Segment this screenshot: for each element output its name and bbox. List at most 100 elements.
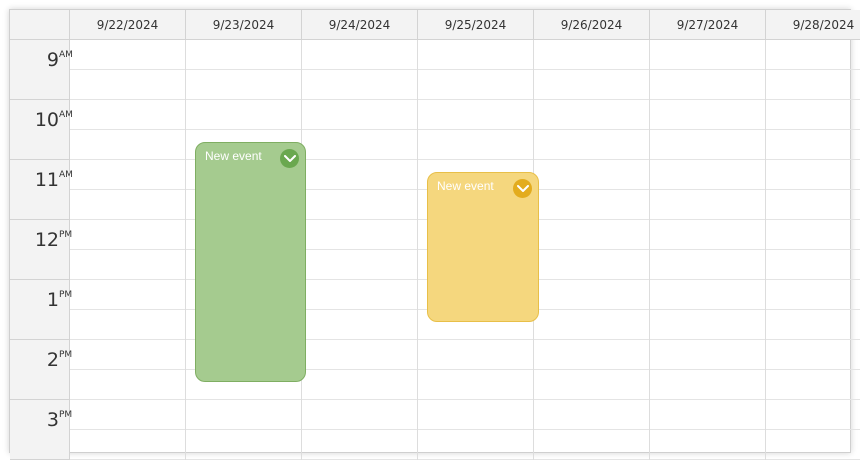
time-slot[interactable] bbox=[186, 430, 301, 460]
hour-number: 1 bbox=[46, 289, 59, 311]
day-header[interactable]: 9/22/2024 bbox=[70, 10, 186, 39]
time-slot[interactable] bbox=[650, 190, 765, 220]
hour-header: 9 AM bbox=[10, 40, 73, 100]
time-slot[interactable] bbox=[418, 70, 533, 100]
time-slot[interactable] bbox=[70, 130, 185, 160]
time-slot[interactable] bbox=[70, 250, 185, 280]
time-slot[interactable] bbox=[534, 220, 649, 250]
time-slot[interactable] bbox=[302, 40, 417, 70]
time-slot[interactable] bbox=[70, 190, 185, 220]
day-header[interactable]: 9/28/2024 bbox=[766, 10, 860, 39]
time-slot[interactable] bbox=[418, 130, 533, 160]
time-slot[interactable] bbox=[302, 370, 417, 400]
time-slot[interactable] bbox=[766, 280, 860, 310]
time-slot[interactable] bbox=[302, 430, 417, 460]
time-slot[interactable] bbox=[650, 250, 765, 280]
time-slot[interactable] bbox=[70, 100, 185, 130]
time-slot[interactable] bbox=[534, 190, 649, 220]
time-slot[interactable] bbox=[766, 430, 860, 460]
event-menu-button[interactable] bbox=[513, 179, 532, 198]
day-column bbox=[534, 40, 650, 460]
time-slot[interactable] bbox=[766, 220, 860, 250]
time-slot[interactable] bbox=[534, 130, 649, 160]
time-slot[interactable] bbox=[766, 340, 860, 370]
time-slot[interactable] bbox=[418, 400, 533, 430]
time-slot[interactable] bbox=[70, 310, 185, 340]
time-slot[interactable] bbox=[302, 190, 417, 220]
time-slot[interactable] bbox=[70, 400, 185, 430]
time-slot[interactable] bbox=[766, 250, 860, 280]
time-slot[interactable] bbox=[302, 100, 417, 130]
time-slot[interactable] bbox=[418, 370, 533, 400]
time-slot[interactable] bbox=[766, 130, 860, 160]
time-slot[interactable] bbox=[534, 160, 649, 190]
hour-header: 11 AM bbox=[10, 160, 73, 220]
time-slot[interactable] bbox=[650, 340, 765, 370]
time-slot[interactable] bbox=[766, 100, 860, 130]
chevron-down-icon bbox=[516, 184, 529, 192]
day-header[interactable]: 9/26/2024 bbox=[534, 10, 650, 39]
time-slot[interactable] bbox=[650, 70, 765, 100]
time-slot[interactable] bbox=[302, 130, 417, 160]
time-slot[interactable] bbox=[70, 340, 185, 370]
time-slot[interactable] bbox=[302, 250, 417, 280]
calendar-event[interactable]: New event bbox=[195, 142, 306, 382]
time-slot[interactable] bbox=[302, 70, 417, 100]
time-slot[interactable] bbox=[418, 100, 533, 130]
time-slot[interactable] bbox=[302, 280, 417, 310]
day-header[interactable]: 9/27/2024 bbox=[650, 10, 766, 39]
time-slot[interactable] bbox=[186, 70, 301, 100]
time-slot[interactable] bbox=[650, 100, 765, 130]
time-slot[interactable] bbox=[418, 430, 533, 460]
time-slot[interactable] bbox=[534, 430, 649, 460]
time-slot[interactable] bbox=[302, 220, 417, 250]
time-slot[interactable] bbox=[418, 340, 533, 370]
time-slot[interactable] bbox=[70, 160, 185, 190]
time-slot[interactable] bbox=[186, 40, 301, 70]
time-slot[interactable] bbox=[766, 70, 860, 100]
time-slot[interactable] bbox=[650, 280, 765, 310]
time-slot[interactable] bbox=[766, 40, 860, 70]
time-slot[interactable] bbox=[534, 370, 649, 400]
time-slot[interactable] bbox=[70, 70, 185, 100]
time-slot[interactable] bbox=[302, 400, 417, 430]
time-slot[interactable] bbox=[534, 40, 649, 70]
time-slot[interactable] bbox=[650, 370, 765, 400]
time-slot[interactable] bbox=[534, 280, 649, 310]
time-slot[interactable] bbox=[70, 370, 185, 400]
time-slot[interactable] bbox=[534, 250, 649, 280]
time-slot[interactable] bbox=[650, 130, 765, 160]
day-header-row: 9/22/2024 9/23/2024 9/24/2024 9/25/2024 … bbox=[70, 10, 860, 40]
time-slot[interactable] bbox=[766, 310, 860, 340]
time-slot[interactable] bbox=[302, 310, 417, 340]
time-slot[interactable] bbox=[766, 370, 860, 400]
time-slot[interactable] bbox=[70, 220, 185, 250]
time-slot[interactable] bbox=[418, 40, 533, 70]
day-header[interactable]: 9/25/2024 bbox=[418, 10, 534, 39]
time-slot[interactable] bbox=[534, 310, 649, 340]
time-slot[interactable] bbox=[302, 160, 417, 190]
time-slot[interactable] bbox=[650, 40, 765, 70]
calendar-event[interactable]: New event bbox=[427, 172, 539, 322]
time-slot[interactable] bbox=[186, 100, 301, 130]
day-header[interactable]: 9/24/2024 bbox=[302, 10, 418, 39]
time-slot[interactable] bbox=[302, 340, 417, 370]
event-menu-button[interactable] bbox=[280, 149, 299, 168]
time-slot[interactable] bbox=[766, 400, 860, 430]
time-slot[interactable] bbox=[650, 310, 765, 340]
time-slot[interactable] bbox=[650, 160, 765, 190]
day-header[interactable]: 9/23/2024 bbox=[186, 10, 302, 39]
time-slot[interactable] bbox=[534, 400, 649, 430]
time-slot[interactable] bbox=[186, 400, 301, 430]
time-slot[interactable] bbox=[534, 70, 649, 100]
time-slot[interactable] bbox=[70, 430, 185, 460]
time-slot[interactable] bbox=[534, 340, 649, 370]
time-slot[interactable] bbox=[766, 190, 860, 220]
time-slot[interactable] bbox=[70, 40, 185, 70]
time-slot[interactable] bbox=[70, 280, 185, 310]
time-slot[interactable] bbox=[766, 160, 860, 190]
time-slot[interactable] bbox=[534, 100, 649, 130]
time-slot[interactable] bbox=[650, 220, 765, 250]
time-slot[interactable] bbox=[650, 430, 765, 460]
time-slot[interactable] bbox=[650, 400, 765, 430]
